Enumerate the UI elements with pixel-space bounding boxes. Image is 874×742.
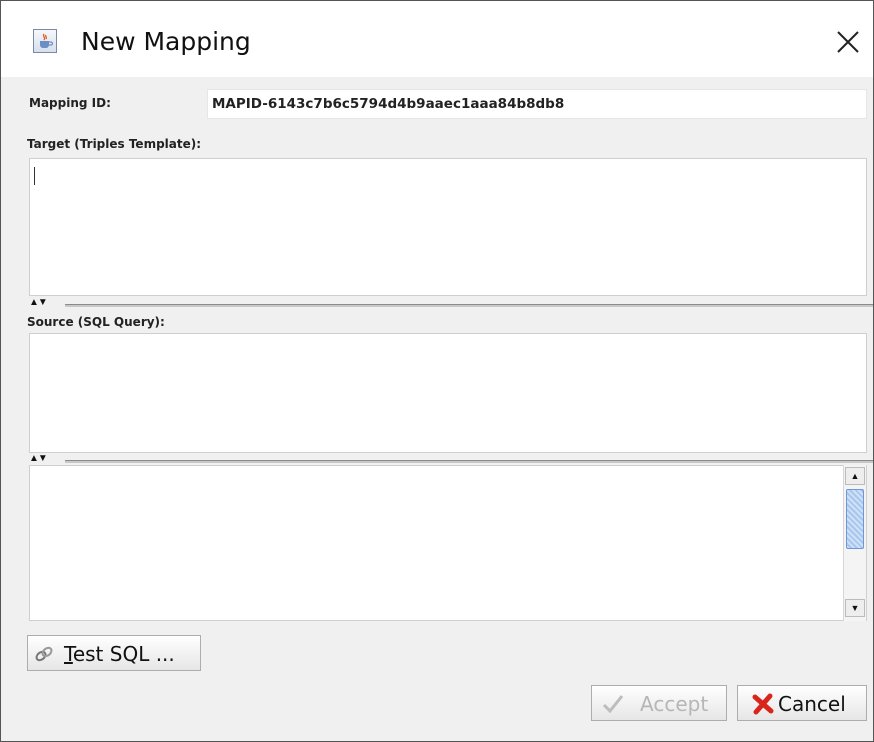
splitter-divider: [65, 460, 873, 463]
red-x-icon: [752, 693, 774, 720]
splitter-arrows-icon[interactable]: ▲▼: [29, 453, 48, 465]
new-mapping-dialog: New Mapping Mapping ID: MAPID-6143c7b6c5…: [0, 0, 874, 742]
dialog-title: New Mapping: [81, 27, 251, 56]
target-textarea[interactable]: [29, 158, 867, 296]
cancel-button[interactable]: Cancel: [737, 685, 867, 721]
checkmark-icon: [602, 693, 624, 720]
source-label: Source (SQL Query):: [27, 315, 165, 329]
accept-button[interactable]: Accept: [591, 685, 727, 721]
target-label: Target (Triples Template):: [27, 137, 202, 151]
scroll-up-button[interactable]: ▲: [845, 467, 865, 485]
results-scrollbar[interactable]: ▲ ▼: [843, 465, 866, 621]
cancel-label: Cancel: [778, 692, 846, 716]
splitter-arrows-icon[interactable]: ▲▼: [29, 297, 48, 309]
scroll-down-button[interactable]: ▼: [845, 599, 865, 617]
splitter-divider: [65, 304, 873, 307]
accept-label: Accept: [640, 692, 709, 716]
link-icon: [34, 644, 54, 669]
test-sql-mnemonic: T: [64, 642, 73, 666]
text-caret: [34, 167, 35, 185]
title-bar: New Mapping: [1, 1, 873, 77]
test-sql-button[interactable]: Test SQL ...: [27, 635, 201, 671]
close-icon[interactable]: [835, 29, 861, 55]
source-textarea[interactable]: [29, 333, 867, 453]
mapping-id-field[interactable]: MAPID-6143c7b6c5794d4b9aaec1aaa84b8db8: [207, 89, 867, 119]
sql-results-area[interactable]: [29, 465, 867, 621]
java-cup-icon: [33, 29, 57, 53]
scroll-thumb[interactable]: [846, 489, 864, 549]
target-source-splitter[interactable]: ▲▼: [29, 297, 873, 311]
test-sql-label-rest: est SQL ...: [72, 642, 175, 666]
test-sql-label: Test SQL ...: [64, 642, 175, 666]
mapping-id-label: Mapping ID:: [29, 96, 111, 110]
